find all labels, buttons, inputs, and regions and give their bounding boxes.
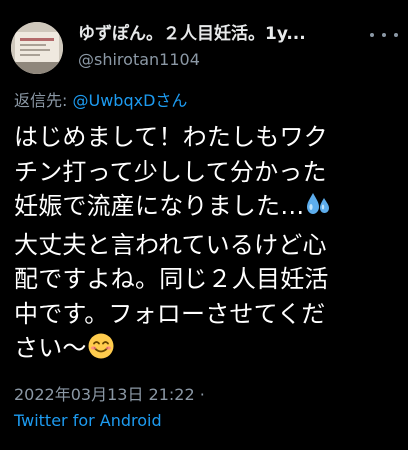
tweet-line: 配ですよね。同じ２人目妊活 bbox=[14, 265, 329, 293]
sweat-droplets-icon bbox=[304, 190, 332, 228]
tweet-timestamp[interactable]: 2022年03月13日 21:22 · bbox=[14, 384, 205, 406]
avatar[interactable] bbox=[11, 22, 63, 74]
user-handle[interactable]: @shirotan1104 bbox=[78, 49, 378, 71]
more-options-icon[interactable] bbox=[370, 28, 398, 42]
tweet-line-with-emoji: 妊娠で流産になりました… bbox=[14, 189, 402, 228]
reply-to: 返信先: @UwbqxDさん bbox=[14, 90, 187, 112]
tweet: ゆずぽん。２人目妊活。1y... @shirotan1104 返信先: @Uwb… bbox=[0, 0, 408, 450]
tweet-line: さい〜 bbox=[14, 334, 87, 362]
tweet-text: はじめまして！わたしもワク チン打って少しして分かった 妊娠で流産になりました…… bbox=[14, 120, 402, 370]
display-name[interactable]: ゆずぽん。２人目妊活。1y... bbox=[78, 22, 340, 46]
tweet-line-with-emoji: さい〜 bbox=[14, 331, 402, 370]
tweet-line: チン打って少しして分かった bbox=[14, 157, 327, 186]
tweet-line: はじめまして！わたしもワク bbox=[14, 123, 328, 151]
tweet-source-link[interactable]: Twitter for Android bbox=[14, 410, 162, 432]
tweet-line: 妊娠で流産になりました… bbox=[14, 192, 305, 220]
reply-prefix: 返信先: bbox=[14, 91, 73, 110]
tweet-line: 中です。フォローさせてくだ bbox=[14, 299, 326, 328]
tweet-line: 大丈夫と言われているけど心 bbox=[14, 230, 327, 259]
reply-mention-link[interactable]: @UwbqxDさん bbox=[72, 91, 187, 110]
user-info: ゆずぽん。２人目妊活。1y... @shirotan1104 bbox=[78, 22, 378, 71]
smiling-face-icon bbox=[87, 332, 115, 370]
